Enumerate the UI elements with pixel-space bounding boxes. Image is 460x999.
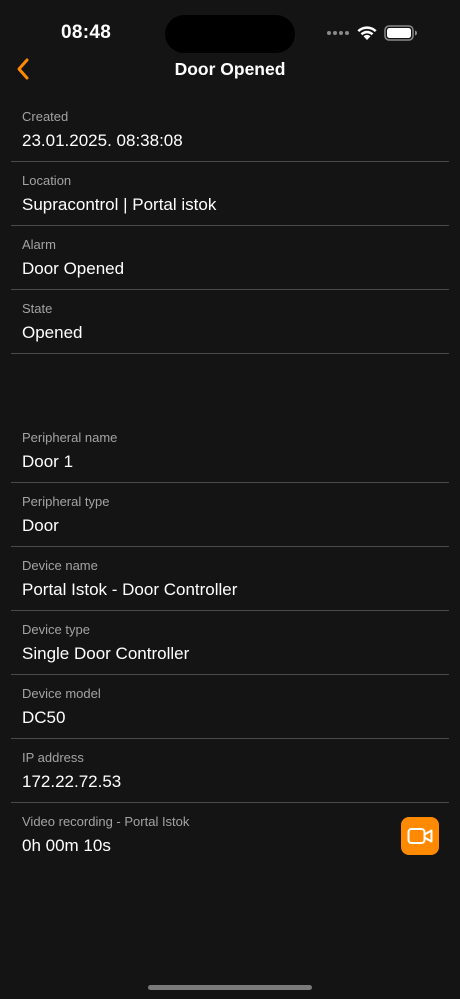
detail-value: Door [22, 516, 59, 535]
detail-label: Location [22, 173, 72, 188]
detail-row-device-name: Device name Portal Istok - Door Controll… [11, 547, 449, 611]
home-indicator [148, 985, 312, 990]
cellular-signal-icon [327, 31, 349, 35]
battery-icon [384, 25, 417, 41]
navigation-bar: Door Opened [0, 50, 460, 90]
detail-value: Opened [22, 323, 83, 342]
detail-row-state: State Opened [11, 290, 449, 354]
detail-label: Created [22, 109, 69, 124]
detail-row-location: Location Supracontrol | Portal istok [11, 162, 449, 226]
video-camera-icon [407, 828, 433, 844]
detail-label: Device name [22, 558, 98, 573]
detail-row-ip-address: IP address 172.22.72.53 [11, 739, 449, 803]
detail-label: IP address [22, 750, 84, 765]
status-time: 08:48 [61, 22, 112, 43]
detail-value: 0h 00m 10s [22, 836, 111, 855]
detail-value: Door 1 [22, 452, 74, 471]
detail-value: 23.01.2025. 08:38:08 [22, 131, 183, 150]
detail-value: DC50 [22, 708, 66, 727]
detail-label: Device type [22, 622, 90, 637]
alarm-details: Created 23.01.2025. 08:38:08 Location Su… [11, 98, 449, 867]
detail-value: Single Door Controller [22, 644, 190, 663]
detail-row-created: Created 23.01.2025. 08:38:08 [11, 98, 449, 162]
dynamic-island [165, 15, 295, 53]
detail-label: Video recording - Portal Istok [22, 814, 190, 829]
wifi-icon [357, 26, 377, 40]
detail-row-peripheral-name: Peripheral name Door 1 [11, 419, 449, 483]
detail-row-video-recording: Video recording - Portal Istok 0h 00m 10… [11, 803, 449, 867]
detail-row-device-model: Device model DC50 [11, 675, 449, 739]
detail-label: Alarm [22, 237, 56, 252]
page-title: Door Opened [174, 59, 286, 79]
detail-label: Device model [22, 686, 101, 701]
detail-value: Door Opened [22, 259, 125, 278]
detail-label: Peripheral name [22, 430, 118, 445]
detail-row-device-type: Device type Single Door Controller [11, 611, 449, 675]
detail-value: 172.22.72.53 [22, 772, 122, 791]
detail-label: Peripheral type [22, 494, 110, 509]
detail-row-alarm: Alarm Door Opened [11, 226, 449, 290]
detail-row-peripheral-type: Peripheral type Door [11, 483, 449, 547]
play-video-button[interactable] [401, 817, 439, 855]
detail-label: State [22, 301, 53, 316]
detail-value: Supracontrol | Portal istok [22, 195, 217, 214]
detail-value: Portal Istok - Door Controller [22, 580, 238, 599]
